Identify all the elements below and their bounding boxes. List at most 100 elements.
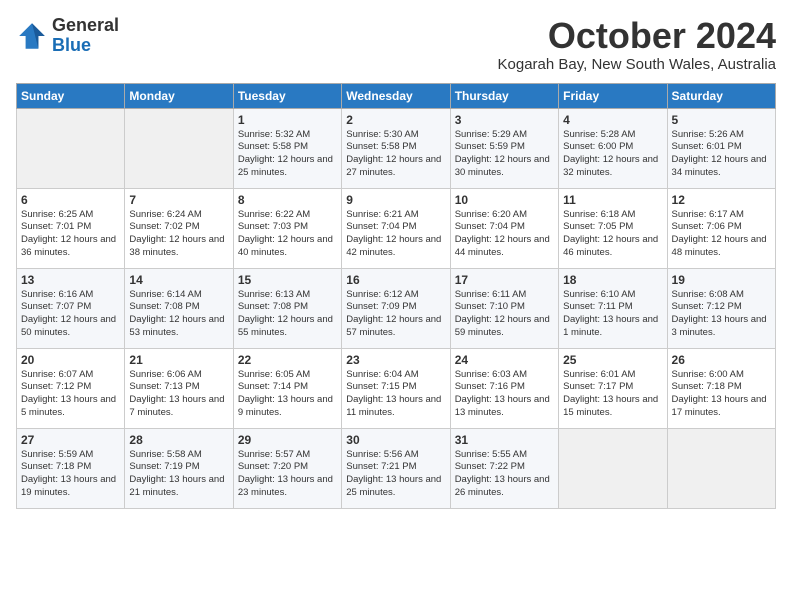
calendar-cell: 24 Sunrise: 6:03 AMSunset: 7:16 PMDayligh… [450,348,558,428]
logo-text: General Blue [52,16,119,56]
calendar-cell: 21 Sunrise: 6:06 AMSunset: 7:13 PMDayligh… [125,348,233,428]
day-number: 26 [672,353,771,367]
day-info: Sunrise: 5:28 AMSunset: 6:00 PMDaylight:… [563,129,662,180]
day-info: Sunrise: 6:20 AMSunset: 7:04 PMDaylight:… [455,209,554,260]
day-number: 3 [455,113,554,127]
day-info: Sunrise: 6:04 AMSunset: 7:15 PMDaylight:… [346,369,445,420]
day-info: Sunrise: 6:17 AMSunset: 7:06 PMDaylight:… [672,209,771,260]
calendar-cell: 4 Sunrise: 5:28 AMSunset: 6:00 PMDaylight… [559,108,667,188]
calendar-cell: 17 Sunrise: 6:11 AMSunset: 7:10 PMDayligh… [450,268,558,348]
calendar-cell: 29 Sunrise: 5:57 AMSunset: 7:20 PMDayligh… [233,428,341,508]
day-number: 29 [238,433,337,447]
day-number: 30 [346,433,445,447]
calendar-cell [125,108,233,188]
location-subtitle: Kogarah Bay, New South Wales, Australia [498,56,776,73]
day-number: 13 [21,273,120,287]
calendar-cell: 14 Sunrise: 6:14 AMSunset: 7:08 PMDayligh… [125,268,233,348]
calendar-cell: 23Sunrise: 6:04 AMSunset: 7:15 PMDayligh… [342,348,450,428]
calendar-cell: 25 Sunrise: 6:01 AMSunset: 7:17 PMDayligh… [559,348,667,428]
header-thursday: Thursday [450,83,558,108]
day-number: 28 [129,433,228,447]
day-info: Sunrise: 6:18 AMSunset: 7:05 PMDaylight:… [563,209,662,260]
calendar-cell: 12Sunrise: 6:17 AMSunset: 7:06 PMDayligh… [667,188,775,268]
day-number: 17 [455,273,554,287]
calendar-week-2: 13Sunrise: 6:16 AMSunset: 7:07 PMDayligh… [17,268,776,348]
day-info: Sunrise: 5:58 AMSunset: 7:19 PMDaylight:… [129,449,228,500]
month-title: October 2024 [498,16,776,56]
calendar-cell: 8 Sunrise: 6:22 AMSunset: 7:03 PMDaylight… [233,188,341,268]
day-info: Sunrise: 5:29 AMSunset: 5:59 PMDaylight:… [455,129,554,180]
calendar-cell: 27 Sunrise: 5:59 AMSunset: 7:18 PMDayligh… [17,428,125,508]
header-saturday: Saturday [667,83,775,108]
day-number: 20 [21,353,120,367]
title-block: October 2024 Kogarah Bay, New South Wale… [498,16,776,73]
calendar-week-1: 6Sunrise: 6:25 AMSunset: 7:01 PMDaylight… [17,188,776,268]
calendar-cell: 19Sunrise: 6:08 AMSunset: 7:12 PMDayligh… [667,268,775,348]
calendar-cell: 9 Sunrise: 6:21 AMSunset: 7:04 PMDaylight… [342,188,450,268]
day-info: Sunrise: 6:03 AMSunset: 7:16 PMDaylight:… [455,369,554,420]
header-wednesday: Wednesday [342,83,450,108]
calendar-cell [559,428,667,508]
day-info: Sunrise: 6:06 AMSunset: 7:13 PMDaylight:… [129,369,228,420]
day-info: Sunrise: 6:13 AMSunset: 7:08 PMDaylight:… [238,289,337,340]
day-number: 8 [238,193,337,207]
calendar-cell: 5 Sunrise: 5:26 AMSunset: 6:01 PMDaylight… [667,108,775,188]
page-header: General Blue October 2024 Kogarah Bay, N… [16,16,776,73]
day-number: 25 [563,353,662,367]
day-info: Sunrise: 6:05 AMSunset: 7:14 PMDaylight:… [238,369,337,420]
day-number: 4 [563,113,662,127]
header-friday: Friday [559,83,667,108]
day-number: 27 [21,433,120,447]
calendar-cell: 13Sunrise: 6:16 AMSunset: 7:07 PMDayligh… [17,268,125,348]
day-info: Sunrise: 6:01 AMSunset: 7:17 PMDaylight:… [563,369,662,420]
day-info: Sunrise: 6:21 AMSunset: 7:04 PMDaylight:… [346,209,445,260]
day-info: Sunrise: 6:14 AMSunset: 7:08 PMDaylight:… [129,289,228,340]
day-info: Sunrise: 6:12 AMSunset: 7:09 PMDaylight:… [346,289,445,340]
header-monday: Monday [125,83,233,108]
day-info: Sunrise: 6:10 AMSunset: 7:11 PMDaylight:… [563,289,662,340]
calendar-cell: 7Sunrise: 6:24 AMSunset: 7:02 PMDaylight… [125,188,233,268]
calendar-cell [667,428,775,508]
day-info: Sunrise: 6:11 AMSunset: 7:10 PMDaylight:… [455,289,554,340]
day-number: 15 [238,273,337,287]
calendar-table: SundayMondayTuesdayWednesdayThursdayFrid… [16,83,776,509]
day-info: Sunrise: 5:30 AMSunset: 5:58 PMDaylight:… [346,129,445,180]
calendar-cell: 6Sunrise: 6:25 AMSunset: 7:01 PMDaylight… [17,188,125,268]
header-tuesday: Tuesday [233,83,341,108]
day-info: Sunrise: 5:59 AMSunset: 7:18 PMDaylight:… [21,449,120,500]
calendar-cell: 3 Sunrise: 5:29 AMSunset: 5:59 PMDaylight… [450,108,558,188]
calendar-cell: 11Sunrise: 6:18 AMSunset: 7:05 PMDayligh… [559,188,667,268]
calendar-cell: 26Sunrise: 6:00 AMSunset: 7:18 PMDayligh… [667,348,775,428]
day-number: 31 [455,433,554,447]
day-info: Sunrise: 6:07 AMSunset: 7:12 PMDaylight:… [21,369,120,420]
day-number: 21 [129,353,228,367]
calendar-cell: 16Sunrise: 6:12 AMSunset: 7:09 PMDayligh… [342,268,450,348]
day-number: 22 [238,353,337,367]
day-number: 10 [455,193,554,207]
day-number: 14 [129,273,228,287]
calendar-week-3: 20 Sunrise: 6:07 AMSunset: 7:12 PMDayligh… [17,348,776,428]
day-number: 1 [238,113,337,127]
day-info: Sunrise: 6:22 AMSunset: 7:03 PMDaylight:… [238,209,337,260]
day-number: 18 [563,273,662,287]
day-number: 6 [21,193,120,207]
calendar-week-0: 1Sunrise: 5:32 AMSunset: 5:58 PMDaylight… [17,108,776,188]
day-number: 24 [455,353,554,367]
day-info: Sunrise: 5:57 AMSunset: 7:20 PMDaylight:… [238,449,337,500]
calendar-cell: 1Sunrise: 5:32 AMSunset: 5:58 PMDaylight… [233,108,341,188]
calendar-week-4: 27 Sunrise: 5:59 AMSunset: 7:18 PMDayligh… [17,428,776,508]
calendar-cell: 15 Sunrise: 6:13 AMSunset: 7:08 PMDayligh… [233,268,341,348]
day-number: 2 [346,113,445,127]
day-number: 7 [129,193,228,207]
calendar-cell: 20 Sunrise: 6:07 AMSunset: 7:12 PMDayligh… [17,348,125,428]
day-number: 9 [346,193,445,207]
calendar-cell: 28 Sunrise: 5:58 AMSunset: 7:19 PMDayligh… [125,428,233,508]
logo: General Blue [16,16,119,56]
day-info: Sunrise: 5:26 AMSunset: 6:01 PMDaylight:… [672,129,771,180]
logo-icon [16,20,48,52]
day-number: 5 [672,113,771,127]
calendar-cell: 22 Sunrise: 6:05 AMSunset: 7:14 PMDayligh… [233,348,341,428]
calendar-cell [17,108,125,188]
calendar-header-row: SundayMondayTuesdayWednesdayThursdayFrid… [17,83,776,108]
day-number: 19 [672,273,771,287]
